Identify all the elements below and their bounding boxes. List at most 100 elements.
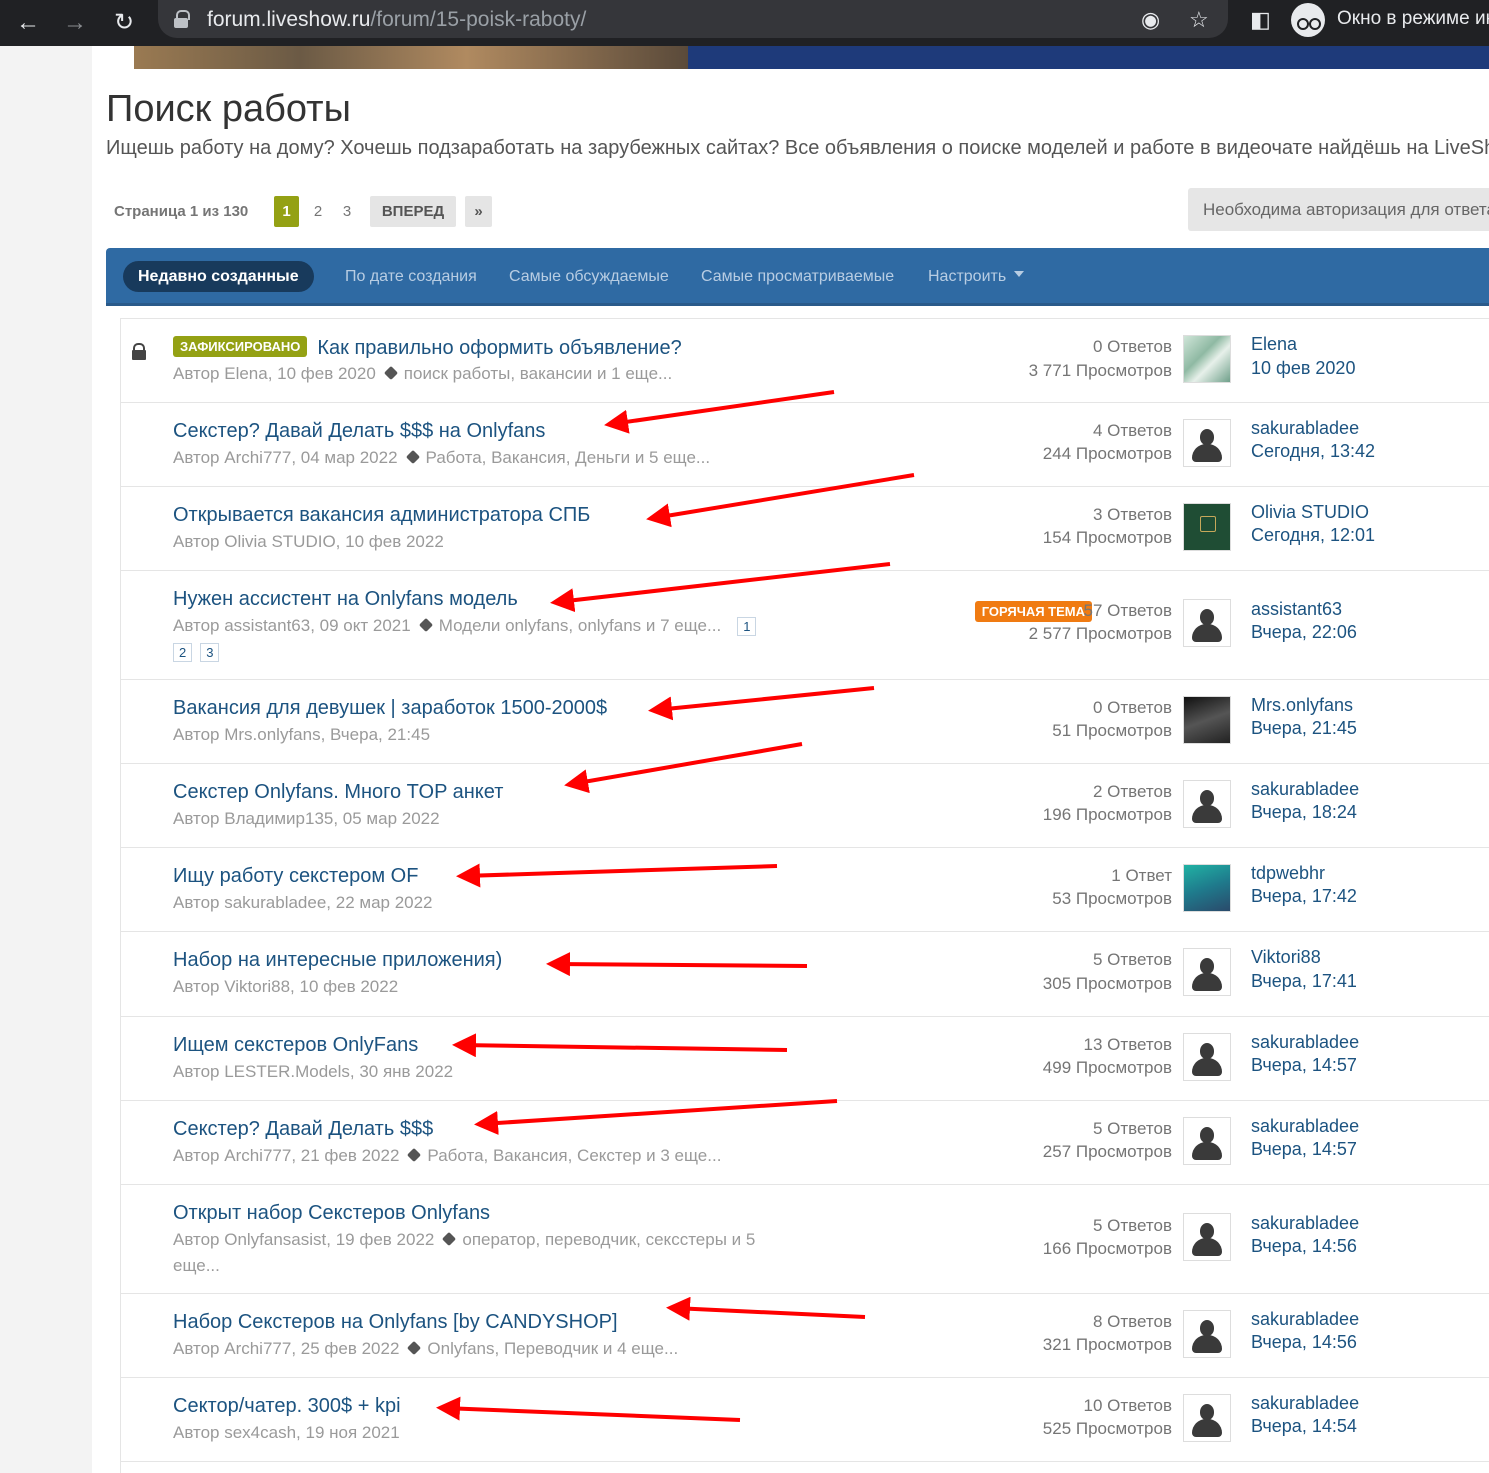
last-poster-link[interactable]: sakurabladee <box>1251 1309 1359 1330</box>
reply-count: 1 Ответ <box>1111 866 1172 885</box>
last-post-date[interactable]: Вчера, 17:42 <box>1251 886 1357 907</box>
last-post-date[interactable]: Вчера, 21:45 <box>1251 718 1357 739</box>
view-count: 321 Просмотров <box>1042 1335 1172 1354</box>
incognito-icon[interactable] <box>1291 3 1325 37</box>
last-poster-link[interactable]: sakurabladee <box>1251 1032 1359 1053</box>
avatar[interactable] <box>1183 1310 1231 1358</box>
avatar[interactable] <box>1183 599 1231 647</box>
last-poster-link[interactable]: Viktori88 <box>1251 947 1321 968</box>
last-poster-link[interactable]: Mrs.onlyfans <box>1251 695 1353 716</box>
avatar[interactable] <box>1183 1033 1231 1081</box>
topic-page-link[interactable]: 1 <box>737 617 757 636</box>
avatar[interactable] <box>1183 1394 1231 1442</box>
tab-recent[interactable]: Недавно созданные <box>123 261 314 292</box>
last-post-date[interactable]: Вчера, 14:54 <box>1251 1416 1357 1437</box>
topic-title-link[interactable]: Открыт набор Секстеров Onlyfans <box>173 1202 490 1224</box>
avatar[interactable] <box>1183 503 1231 551</box>
last-poster-link[interactable]: Olivia STUDIO <box>1251 502 1369 523</box>
topic-title-link[interactable]: Секстер? Давай Делать $$$ <box>173 1118 433 1140</box>
avatar[interactable] <box>1183 1117 1231 1165</box>
topic-tags-continued[interactable]: еще... <box>173 1256 220 1275</box>
reply-count: 57 Ответов <box>1083 601 1172 620</box>
topic-page-link[interactable]: 3 <box>200 643 220 662</box>
last-post-date[interactable]: Вчера, 14:56 <box>1251 1332 1357 1353</box>
url-text[interactable]: forum.liveshow.ru/forum/15-poisk-raboty/ <box>207 8 586 32</box>
tab-by-date[interactable]: По дате создания <box>345 261 477 292</box>
last-poster-link[interactable]: sakurabladee <box>1251 1213 1359 1234</box>
last-post-date[interactable]: 10 фев 2020 <box>1251 358 1355 379</box>
topic-title-link[interactable]: Открывается вакансия администратора СПБ <box>173 504 590 526</box>
avatar[interactable] <box>1183 335 1231 383</box>
last-poster-link[interactable]: Elena <box>1251 334 1297 355</box>
topic-title-link[interactable]: Ищем секстеров OnlyFans <box>173 1034 418 1056</box>
page-link-2[interactable]: 2 <box>307 196 329 227</box>
last-post-date[interactable]: Вчера, 18:24 <box>1251 802 1357 823</box>
topic-row: Секстер? Давай Делать $$$ на Onlyfans Ав… <box>121 403 1489 487</box>
view-count: 154 Просмотров <box>1042 528 1172 547</box>
topic-title-link[interactable]: Ищу работу секстером OF <box>173 865 418 887</box>
avatar[interactable] <box>1183 696 1231 744</box>
avatar[interactable] <box>1183 864 1231 912</box>
topic-author: Автор Archi777, 25 фев 2022 <box>173 1339 400 1358</box>
tab-most-discussed[interactable]: Самые обсуждаемые <box>509 261 669 292</box>
topic-author: Автор Archi777, 04 мар 2022 <box>173 448 398 467</box>
last-post-date[interactable]: Вчера, 14:56 <box>1251 1236 1357 1257</box>
next-page-button[interactable]: ВПЕРЕД <box>370 196 456 227</box>
avatar[interactable] <box>1183 419 1231 467</box>
reply-count: 10 Ответов <box>1083 1396 1172 1415</box>
last-poster-link[interactable]: sakurabladee <box>1251 779 1359 800</box>
star-icon[interactable]: ☆ <box>1189 8 1209 32</box>
topic-title-link[interactable]: Вакансия для девушек | заработок 1500-20… <box>173 697 607 719</box>
view-count: 196 Просмотров <box>1042 805 1172 824</box>
topic-tags[interactable]: Работа, Вакансия, Секстер и 3 еще... <box>427 1146 721 1165</box>
hot-topic-badge: ГОРЯЧАЯ ТЕМА <box>974 601 1092 622</box>
topic-title-link[interactable]: Сектор/чатер. 300$ + kpi <box>173 1395 401 1417</box>
topic-row: Нужен ассистент на Onlyfans модель Автор… <box>121 571 1489 680</box>
reload-icon[interactable]: ↻ <box>107 6 141 40</box>
eye-off-icon[interactable]: ◉ <box>1141 8 1160 32</box>
topic-title-link[interactable]: Секстер? Давай Делать $$$ на Onlyfans <box>173 420 545 442</box>
page-link-3[interactable]: 3 <box>336 196 358 227</box>
last-post-date[interactable]: Сегодня, 13:42 <box>1251 441 1375 462</box>
last-post-date[interactable]: Вчера, 22:06 <box>1251 622 1357 643</box>
topic-title-link[interactable]: Набор Секстеров на Onlyfans [by CANDYSHO… <box>173 1311 618 1333</box>
topic-tags[interactable]: оператор, переводчик, сексстеры и 5 <box>462 1230 755 1249</box>
topic-title-link[interactable]: Как правильно оформить объявление? <box>317 337 681 359</box>
topic-title-link[interactable]: Нужен ассистент на Onlyfans модель <box>173 588 518 610</box>
topic-page-link[interactable]: 2 <box>173 643 193 662</box>
topic-title-link[interactable]: Набор на интересные приложения) <box>173 949 502 971</box>
last-post-date[interactable]: Вчера, 14:57 <box>1251 1055 1357 1076</box>
topic-row: Ищем секстеров OnlyFans Автор LESTER.Mod… <box>121 1017 1489 1101</box>
last-poster-link[interactable]: tdpwebhr <box>1251 863 1325 884</box>
last-poster-link[interactable]: sakurabladee <box>1251 1116 1359 1137</box>
last-poster-link[interactable]: sakurabladee <box>1251 418 1359 439</box>
tag-icon <box>407 1340 422 1356</box>
avatar[interactable] <box>1183 948 1231 996</box>
side-panel-icon[interactable]: ◧ <box>1250 8 1271 32</box>
last-poster-link[interactable]: sakurabladee <box>1251 1393 1359 1414</box>
auth-required-button[interactable]: Необходима авторизация для ответа <box>1188 188 1489 231</box>
lock-icon <box>174 10 190 28</box>
last-post-date[interactable]: Вчера, 14:57 <box>1251 1139 1357 1160</box>
topic-tags[interactable]: Модели onlyfans, onlyfans и 7 еще... <box>439 616 721 635</box>
topic-tags[interactable]: Onlyfans, Переводчик и 4 еще... <box>427 1339 678 1358</box>
last-post-date[interactable]: Сегодня, 12:01 <box>1251 525 1375 546</box>
tab-customize[interactable]: Настроить <box>928 261 1025 292</box>
banner-background <box>688 46 1489 69</box>
last-poster-link[interactable]: assistant63 <box>1251 599 1342 620</box>
topic-tags[interactable]: поиск работы, вакансии и 1 еще... <box>404 364 672 383</box>
page-link-1[interactable]: 1 <box>274 196 299 227</box>
topic-title-link[interactable]: Секстер Onlyfans. Много TOP анкет <box>173 781 503 803</box>
avatar[interactable] <box>1183 780 1231 828</box>
topic-tags[interactable]: Работа, Вакансия, Деньги и 5 еще... <box>426 448 711 467</box>
page-description: Ищешь работу на дому? Хочешь подзаработа… <box>106 137 1489 159</box>
back-arrow-icon[interactable]: ← <box>11 6 45 40</box>
forward-arrow-icon[interactable]: → <box>58 6 92 40</box>
avatar[interactable] <box>1183 1213 1231 1261</box>
topic-row: Секстер? Давай Делать $$$ Автор Archi777… <box>121 1101 1489 1185</box>
tag-icon <box>383 365 398 381</box>
view-count: 499 Просмотров <box>1042 1058 1172 1077</box>
last-post-date[interactable]: Вчера, 17:41 <box>1251 971 1357 992</box>
last-page-button[interactable]: » <box>465 196 492 227</box>
tab-most-viewed[interactable]: Самые просматриваемые <box>701 261 894 292</box>
